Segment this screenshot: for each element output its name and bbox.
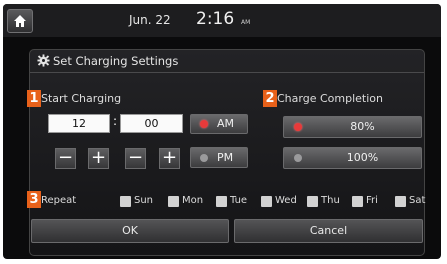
charge-completion-label: Charge Completion <box>277 92 383 105</box>
checkbox-icon <box>168 196 179 207</box>
pm-button[interactable]: PM <box>190 147 248 168</box>
checkbox-icon <box>352 196 363 207</box>
charge-80-label: 80% <box>350 120 375 133</box>
charge-100-label: 100% <box>346 151 379 164</box>
checkbox-icon <box>216 196 227 207</box>
day-label: Wed <box>275 195 297 206</box>
day-label: Mon <box>182 195 204 206</box>
day-label: Fri <box>366 195 378 206</box>
status-time: 2:16 <box>196 9 235 29</box>
checkbox-icon <box>307 196 318 207</box>
day-label: Thu <box>321 195 340 206</box>
day-label: Sat <box>409 195 426 206</box>
minute-decrement-button[interactable]: − <box>125 148 146 169</box>
day-label: Tue <box>230 195 248 206</box>
am-radio-selected-icon <box>200 120 208 128</box>
panel-title: Set Charging Settings <box>53 54 179 68</box>
status-ampm: AM <box>241 19 251 26</box>
time-colon: : <box>113 114 118 128</box>
pm-label: PM <box>217 151 234 164</box>
pm-radio-unselected-icon <box>200 154 208 162</box>
status-date: Jun. 22 <box>129 13 171 27</box>
cancel-button[interactable]: Cancel <box>234 219 423 243</box>
day-label: Sun <box>134 195 154 206</box>
home-button[interactable] <box>7 9 33 33</box>
section-2-badge: 2 <box>263 90 277 107</box>
checkbox-icon <box>395 196 406 207</box>
am-label: AM <box>217 117 235 130</box>
hour-field[interactable]: 12 <box>48 114 110 133</box>
home-icon <box>14 15 26 27</box>
minute-increment-button[interactable]: + <box>159 148 180 169</box>
start-charging-label: Start Charging <box>41 92 122 105</box>
section-1-badge: 1 <box>27 90 41 107</box>
minute-field[interactable]: 00 <box>120 114 183 133</box>
status-bar: Jun. 22 2:16 AM <box>3 4 441 37</box>
repeat-label: Repeat <box>41 195 77 206</box>
hour-decrement-button[interactable]: − <box>55 148 76 169</box>
charge-80-button[interactable]: 80% <box>283 116 422 138</box>
gear-icon <box>37 54 50 67</box>
ok-button[interactable]: OK <box>31 219 229 243</box>
panel-header: Set Charging Settings <box>30 50 424 73</box>
checkbox-icon <box>261 196 272 207</box>
infotainment-screen: Jun. 22 2:16 AM Set Charging Settings 1 … <box>3 4 441 259</box>
section-3-badge: 3 <box>27 191 41 208</box>
checkbox-icon <box>120 196 131 207</box>
am-button[interactable]: AM <box>190 114 248 134</box>
charge-100-button[interactable]: 100% <box>283 147 422 169</box>
hour-increment-button[interactable]: + <box>88 148 109 169</box>
